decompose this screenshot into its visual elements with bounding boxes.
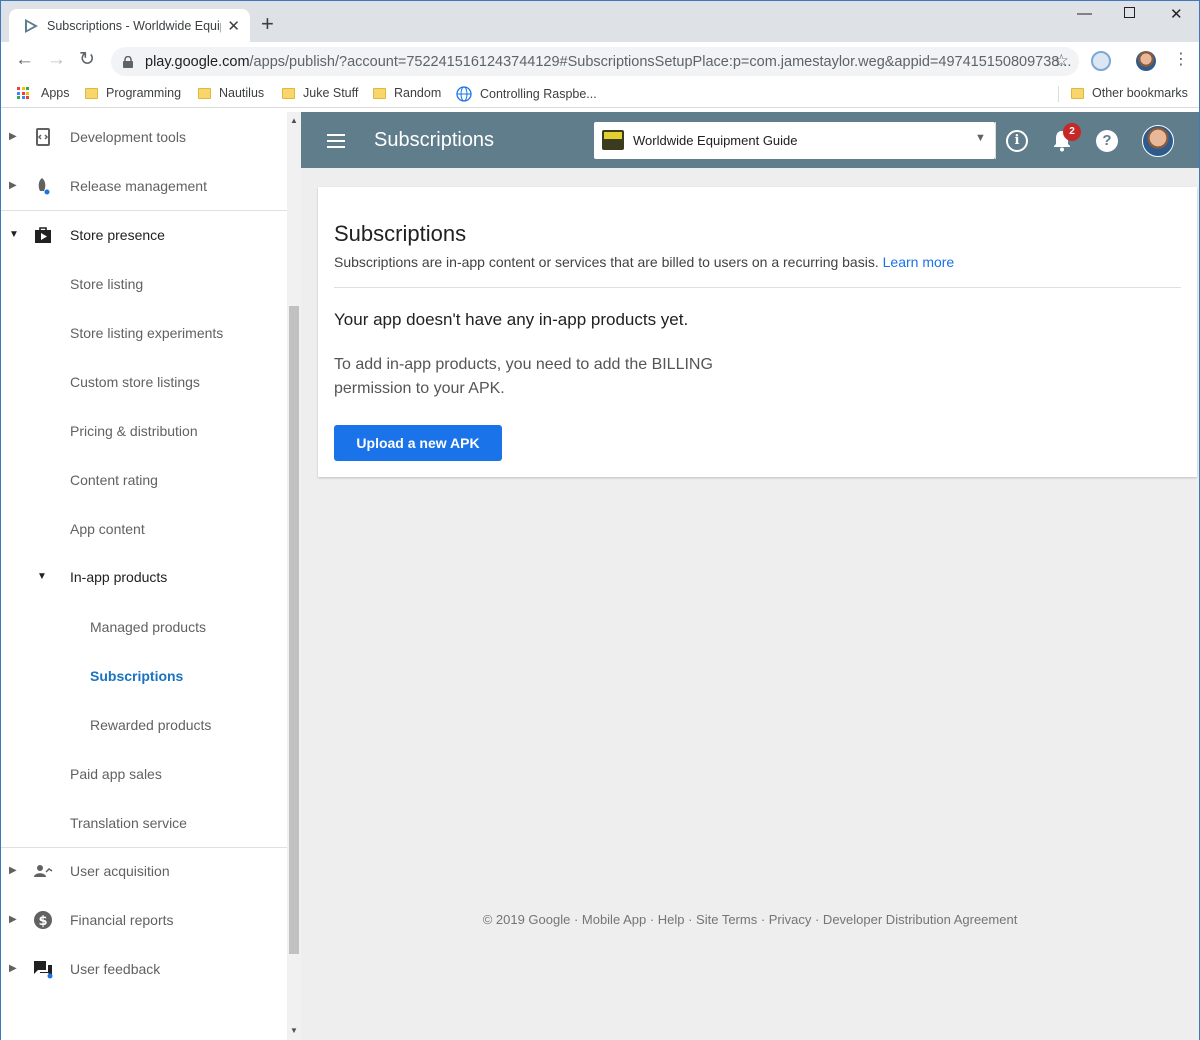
profile-avatar[interactable] <box>1136 51 1156 71</box>
url-path: /apps/publish/?account=75224151612437441… <box>249 53 1072 70</box>
scrollbar-thumb[interactable] <box>289 306 299 954</box>
sidebar-nav: ▶ Development tools ▶ Release management… <box>1 112 287 1040</box>
subscriptions-card: Subscriptions Subscriptions are in-app c… <box>318 187 1197 477</box>
bookmark-star-icon[interactable]: ☆ <box>1054 51 1069 71</box>
chevron-right-icon[interactable]: ▶ <box>9 963 17 974</box>
chevron-down-icon[interactable]: ▼ <box>37 571 47 582</box>
sidebar-item-custom-store-listings[interactable]: Custom store listings <box>1 357 287 406</box>
card-divider <box>334 287 1181 288</box>
bookmark-other[interactable]: Other bookmarks <box>1071 86 1188 100</box>
bookmark-divider <box>1058 86 1059 102</box>
app-bar: Subscriptions Worldwide Equipment Guide … <box>301 112 1199 168</box>
bookmark-controlling-raspberry[interactable]: Controlling Raspbe... <box>456 86 597 102</box>
browser-tab[interactable]: Subscriptions - Worldwide Equip ✕ <box>9 9 250 42</box>
url-host: play.google.com <box>145 53 250 70</box>
hamburger-menu-icon[interactable] <box>327 134 345 148</box>
notification-badge: 2 <box>1063 123 1081 141</box>
apps-grid-icon <box>17 87 29 99</box>
play-console-icon <box>25 18 38 33</box>
reload-icon[interactable]: ↻ <box>79 50 95 69</box>
bookmark-programming[interactable]: Programming <box>85 86 181 100</box>
chevron-right-icon[interactable]: ▶ <box>9 131 17 142</box>
app-logo <box>602 130 624 150</box>
lock-icon <box>123 55 133 68</box>
learn-more-link[interactable]: Learn more <box>883 254 955 270</box>
window-close-icon[interactable]: ✕ <box>1170 5 1183 23</box>
sidebar-item-content-rating[interactable]: Content rating <box>1 455 287 504</box>
sidebar-item-in-app-products[interactable]: ▼ In-app products <box>1 552 287 601</box>
chevron-down-icon[interactable]: ▼ <box>9 229 19 240</box>
sidebar-item-release-management[interactable]: ▶ Release management <box>1 161 287 210</box>
empty-state-body: To add in-app products, you need to add … <box>334 356 713 397</box>
feedback-icon <box>34 960 53 978</box>
bookmark-apps[interactable]: Apps <box>17 86 70 100</box>
sidebar-item-store-presence[interactable]: ▼ Store presence <box>1 210 287 259</box>
dollar-icon: $ <box>34 910 52 929</box>
address-bar[interactable]: play.google.com/apps/publish/?account=75… <box>111 47 1079 76</box>
folder-icon <box>1071 87 1084 99</box>
main-content: Subscriptions Worldwide Equipment Guide … <box>301 112 1199 1040</box>
empty-state-title: Your app doesn't have any in-app product… <box>334 310 689 329</box>
maximize-icon[interactable] <box>1124 7 1135 18</box>
account-avatar[interactable] <box>1142 125 1174 157</box>
app-selector[interactable]: Worldwide Equipment Guide ▼ <box>594 122 996 159</box>
bookmark-random[interactable]: Random <box>373 86 441 100</box>
sidebar-item-managed-products[interactable]: Managed products <box>1 602 287 651</box>
upload-apk-button[interactable]: Upload a new APK <box>334 425 502 461</box>
chevron-right-icon[interactable]: ▶ <box>9 914 17 925</box>
back-icon[interactable]: ← <box>15 50 34 69</box>
title-bar: Subscriptions - Worldwide Equip ✕ + — ✕ <box>1 1 1199 42</box>
sidebar-scrollbar[interactable]: ▲ ▼ <box>287 112 301 1040</box>
svg-text:$: $ <box>38 914 47 929</box>
folder-icon <box>198 87 211 99</box>
globe-icon <box>456 86 472 102</box>
sidebar-item-translation-service[interactable]: Translation service <box>1 798 287 847</box>
chevron-right-icon[interactable]: ▶ <box>9 180 17 191</box>
code-icon <box>36 127 50 146</box>
user-acquisition-icon <box>34 864 53 877</box>
info-icon[interactable]: i <box>1006 130 1028 152</box>
sidebar-item-pricing-distribution[interactable]: Pricing & distribution <box>1 406 287 455</box>
menu-dots-icon[interactable]: ⋮ <box>1173 52 1189 68</box>
sidebar-item-paid-app-sales[interactable]: Paid app sales <box>1 749 287 798</box>
folder-icon <box>373 87 386 99</box>
sidebar-item-development-tools[interactable]: ▶ Development tools <box>1 112 287 161</box>
scroll-down-icon[interactable]: ▼ <box>290 1026 298 1035</box>
help-icon[interactable]: ? <box>1096 130 1118 152</box>
app-selector-divider <box>995 122 996 159</box>
sidebar-item-user-feedback[interactable]: ▶ User feedback <box>1 944 287 993</box>
footer: © 2019 Google · Mobile App · Help · Site… <box>482 912 1018 927</box>
folder-icon <box>85 87 98 99</box>
new-tab-button[interactable]: + <box>261 13 274 35</box>
sidebar-item-financial-reports[interactable]: ▶ $ Financial reports <box>1 895 287 944</box>
chevron-right-icon[interactable]: ▶ <box>9 865 17 876</box>
browser-toolbar: ← → ↻ play.google.com/apps/publish/?acco… <box>1 42 1199 80</box>
close-tab-icon[interactable]: ✕ <box>227 17 240 35</box>
page-title: Subscriptions <box>374 129 495 151</box>
sidebar-item-store-listing-experiments[interactable]: Store listing experiments <box>1 308 287 357</box>
card-subtitle: Subscriptions are in-app content or serv… <box>334 254 955 270</box>
scroll-up-icon[interactable]: ▲ <box>290 116 298 125</box>
bookmarks-bar: Apps Programming Nautilus Juke Stuff Ran… <box>1 80 1199 108</box>
rocket-icon <box>38 177 50 194</box>
sidebar-item-user-acquisition[interactable]: ▶ User acquisition <box>1 846 287 895</box>
sidebar-item-app-content[interactable]: App content <box>1 504 287 553</box>
sidebar-item-rewarded-products[interactable]: Rewarded products <box>1 700 287 749</box>
bookmark-juke-stuff[interactable]: Juke Stuff <box>282 86 358 100</box>
minimize-icon[interactable]: — <box>1077 5 1092 22</box>
dropdown-arrow-icon: ▼ <box>975 132 986 144</box>
app-name: Worldwide Equipment Guide <box>633 133 798 148</box>
sidebar-item-store-listing[interactable]: Store listing <box>1 259 287 308</box>
folder-icon <box>282 87 295 99</box>
bookmark-nautilus[interactable]: Nautilus <box>198 86 264 100</box>
store-icon <box>35 226 51 243</box>
extension-icon[interactable] <box>1091 51 1111 71</box>
card-title: Subscriptions <box>334 221 467 246</box>
sidebar-item-subscriptions[interactable]: Subscriptions <box>1 651 287 700</box>
tab-title: Subscriptions - Worldwide Equip <box>47 18 222 33</box>
forward-icon[interactable]: → <box>47 50 66 69</box>
